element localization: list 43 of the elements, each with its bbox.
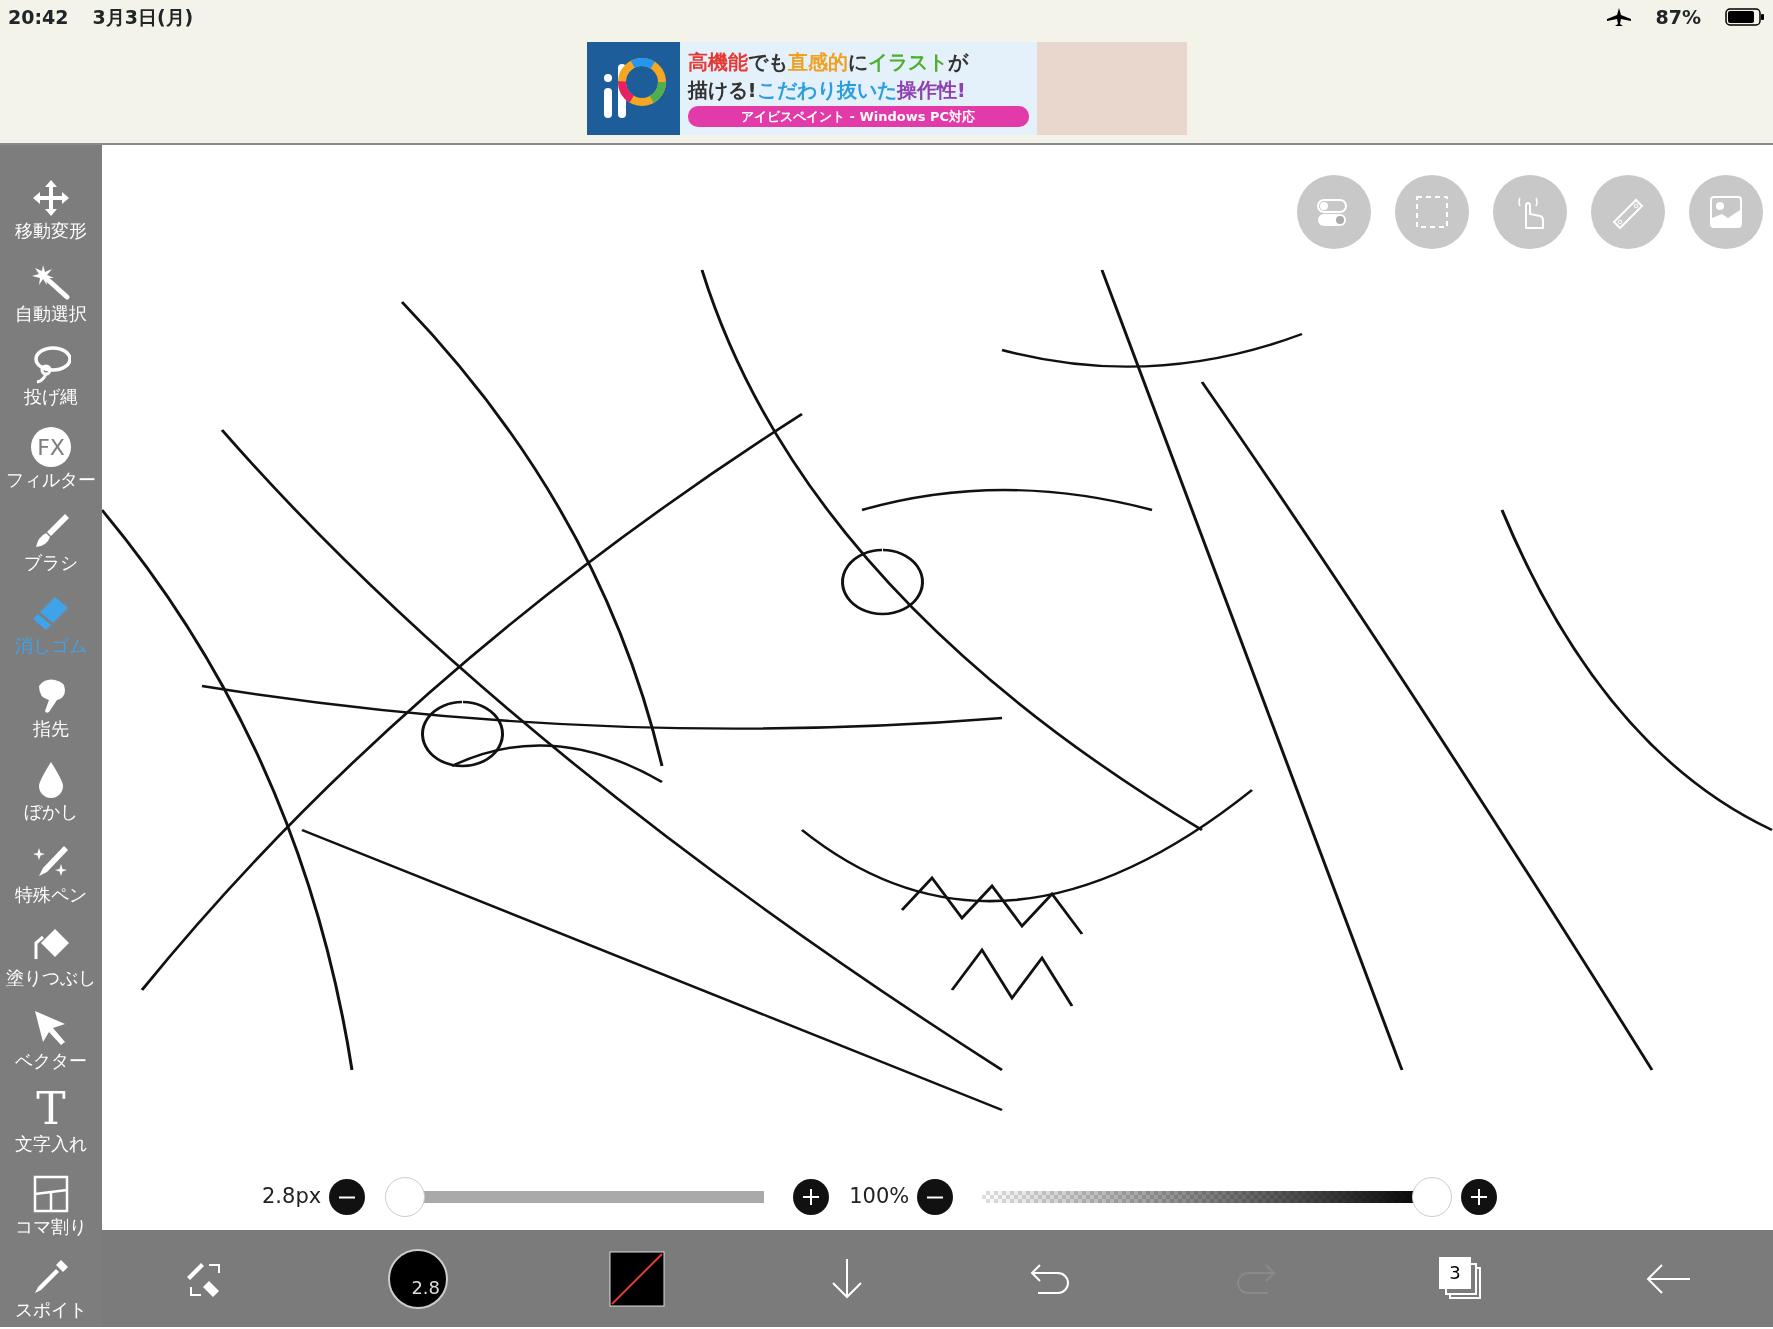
- layers-button[interactable]: 3: [1438, 1256, 1483, 1301]
- status-time: 20:42: [8, 4, 69, 30]
- slider-reading: 2.8px: [262, 1183, 322, 1211]
- slider-thumb[interactable]: [385, 1177, 426, 1217]
- tool-button[interactable]: 塗りつぶし: [0, 908, 102, 991]
- plus-icon: [802, 1188, 821, 1206]
- battery-percent: 87%: [1655, 4, 1701, 30]
- filter-icon: FX: [31, 427, 71, 467]
- lasso-icon: [31, 344, 71, 384]
- status-date: 3月3日(月): [92, 4, 194, 30]
- brush-size-button[interactable]: 2.8: [388, 1248, 449, 1309]
- increase-plus-button[interactable]: [1461, 1179, 1498, 1215]
- tool-button[interactable]: コマ割り: [0, 1157, 102, 1240]
- slider-reading: 100%: [849, 1183, 910, 1211]
- layer-count: 3: [1438, 1256, 1471, 1289]
- tool-button[interactable]: 移動変形: [0, 161, 102, 244]
- text-tool-icon: T: [36, 1087, 66, 1131]
- color-swatch-icon: [609, 1250, 666, 1307]
- ad-tagline: アイビスペイント - Windows PC対応: [687, 105, 1029, 128]
- decrease-minus-button[interactable]: [917, 1179, 954, 1215]
- move-arrows-icon: [31, 178, 71, 218]
- decrease-minus-button[interactable]: [329, 1179, 366, 1215]
- airplane-icon: [1605, 7, 1632, 27]
- slider-thumb[interactable]: [1412, 1177, 1453, 1217]
- tool-button[interactable]: ブラシ: [0, 493, 102, 576]
- tool-button[interactable]: 投げ縄: [0, 327, 102, 410]
- ad-headline: 高機能でも直感的にイラストが: [687, 49, 970, 74]
- tool-button[interactable]: ベクター: [0, 991, 102, 1074]
- ad-banner[interactable]: 高機能でも直感的にイラストが 描ける!こだわり抜いた操作性! アイビスペイント - Windows PC対応: [586, 42, 1187, 135]
- plus-icon: [1470, 1188, 1489, 1206]
- color-button[interactable]: [609, 1250, 666, 1307]
- tool-button[interactable]: T 文字入れ: [0, 1074, 102, 1157]
- minus-icon: [926, 1195, 945, 1199]
- minus-icon: [338, 1195, 357, 1199]
- tool-button[interactable]: FX フィルター: [0, 410, 102, 493]
- tool-button[interactable]: 指先: [0, 659, 102, 742]
- increase-plus-button[interactable]: [793, 1179, 830, 1215]
- tool-button[interactable]: ぼかし: [0, 742, 102, 825]
- ad-headline: 描ける!こだわり抜いた操作性!: [687, 77, 967, 102]
- tool-button[interactable]: スポイト: [0, 1240, 102, 1323]
- tool-button[interactable]: 特殊ペン: [0, 825, 102, 908]
- tool-button[interactable]: 自動選択: [0, 244, 102, 327]
- battery-icon: [1725, 8, 1765, 26]
